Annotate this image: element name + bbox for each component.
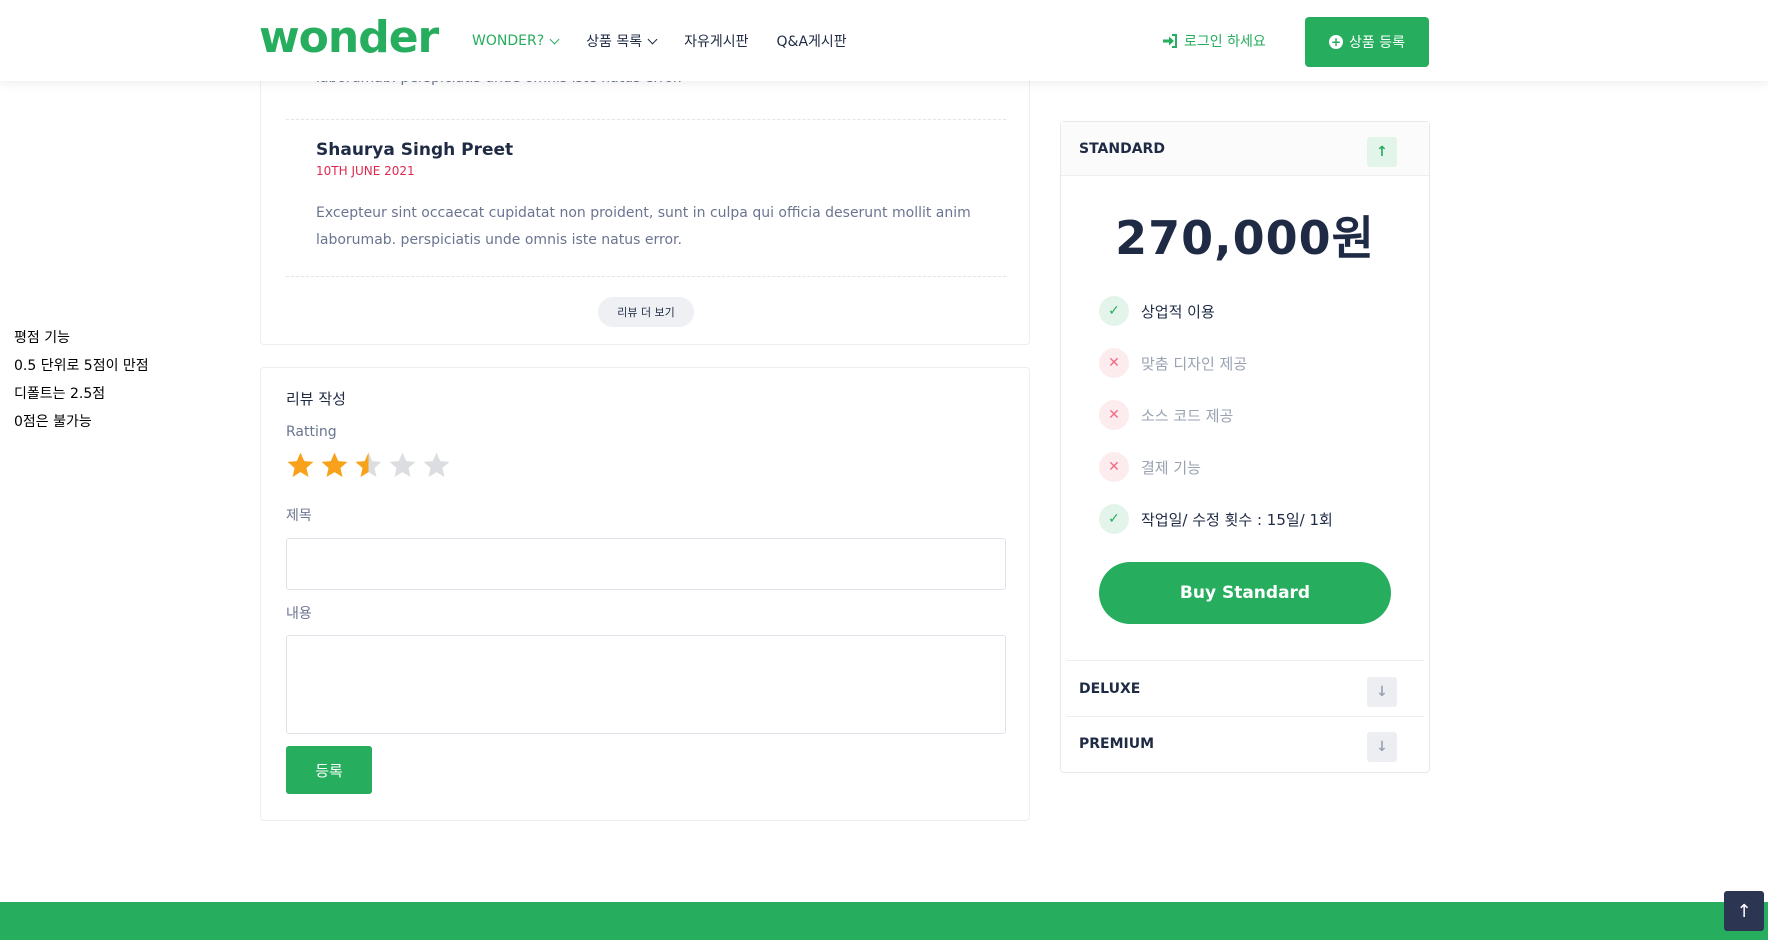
login-link[interactable]: 로그인 하세요 [1162,31,1266,51]
package-name: DELUXE [1079,681,1141,697]
register-product-button[interactable]: + 상품 등록 [1305,17,1429,67]
check-icon: ✓ [1099,504,1129,534]
note-line: 0점은 불가능 [14,414,92,430]
main-nav: WONDER? 상품 목록 자유게시판 Q&A게시판 [472,31,875,51]
rating-label: Ratting [286,424,337,440]
review-text: Excepteur sint occaecat cupidatat non pr… [316,205,971,248]
sign-in-icon [1163,34,1177,48]
chevron-down-icon [647,34,658,44]
content-label: 내용 [286,606,312,622]
nav-item-label: 상품 목록 [586,34,643,50]
login-label: 로그인 하세요 [1184,34,1266,50]
package-name: STANDARD [1079,140,1165,157]
feature-item: ✕ 결제 기능 [1099,452,1201,482]
package-header-standard[interactable]: STANDARD ↑ [1061,122,1429,176]
nav-item-label: Q&A게시판 [776,34,847,50]
divider [1066,660,1424,661]
cross-icon: ✕ [1099,400,1129,430]
cross-icon: ✕ [1099,348,1129,378]
nav-item-products[interactable]: 상품 목록 [586,31,658,51]
title-label: 제목 [286,508,312,524]
cross-icon: ✕ [1099,452,1129,482]
title-input[interactable] [286,538,1006,590]
package-header-premium[interactable]: PREMIUM ↓ [1061,717,1429,771]
reviewer-name: Shaurya Singh Preet [316,140,514,160]
star-icon[interactable] [319,450,350,481]
review-list: laborumab. perspiciatis unde omnis iste … [260,40,1030,345]
register-label: 상품 등록 [1349,35,1405,51]
back-to-top-button[interactable]: ↑ [1724,891,1764,931]
feature-item: ✓ 상업적 이용 [1099,296,1215,326]
nav-item-wonder[interactable]: WONDER? [472,31,560,51]
package-header-deluxe[interactable]: DELUXE ↓ [1061,662,1429,716]
package-name: PREMIUM [1079,736,1155,752]
arrow-up-icon[interactable]: ↑ [1367,137,1397,167]
divider [286,276,1006,277]
buy-standard-button[interactable]: Buy Standard [1099,562,1391,624]
feature-label: 상업적 이용 [1141,302,1215,321]
note-line: 디폴트는 2.5점 [14,386,106,402]
star-icon[interactable] [421,450,452,481]
nav-item-qna-board[interactable]: Q&A게시판 [777,31,847,51]
review-form: 리뷰 작성 Ratting 제목 내용 등록 [260,367,1030,821]
check-icon: ✓ [1099,296,1129,326]
pricing-panel: STANDARD ↑ 270,000원 ✓ 상업적 이용 ✕ 맞춤 디자인 제공… [1060,121,1430,773]
star-icon[interactable] [285,450,316,481]
arrow-up-icon: ↑ [1736,900,1752,922]
chevron-down-icon [549,34,560,44]
feature-item: ✓ 작업일/ 수정 횟수 : 15일/ 1회 [1099,504,1333,534]
note-line: 평점 기능 [14,330,70,346]
rating-side-note: 평점 기능 0.5 단위로 5점이 만점 디폴트는 2.5점 0점은 불가능 [14,324,149,436]
package-price: 270,000원 [1115,211,1375,265]
submit-review-button[interactable]: 등록 [286,746,372,794]
nav-item-free-board[interactable]: 자유게시판 [684,31,748,51]
feature-label: 결제 기능 [1141,458,1201,477]
feature-item: ✕ 소스 코드 제공 [1099,400,1233,430]
feature-label: 소스 코드 제공 [1141,406,1234,425]
arrow-down-icon[interactable]: ↓ [1367,677,1397,707]
logo[interactable]: wonder [259,12,439,63]
review-date: 10TH JUNE 2021 [316,164,415,178]
feature-item: ✕ 맞춤 디자인 제공 [1099,348,1247,378]
star-icon[interactable] [387,450,418,481]
note-line: 0.5 단위로 5점이 만점 [14,358,149,374]
arrow-down-icon[interactable]: ↓ [1367,732,1397,762]
feature-label: 맞춤 디자인 제공 [1141,354,1248,373]
plus-circle-icon: + [1329,35,1343,49]
divider [286,119,1006,120]
site-header: wonder WONDER? 상품 목록 자유게시판 Q&A게시판 로그인 하세… [0,0,1768,81]
footer [0,902,1768,940]
form-title: 리뷰 작성 [286,390,346,408]
content-textarea[interactable] [286,635,1006,734]
nav-item-label: 자유게시판 [684,34,749,50]
more-reviews-button[interactable]: 리뷰 더 보기 [598,297,694,327]
star-rating[interactable] [285,450,452,481]
nav-item-label: WONDER? [472,33,545,49]
feature-label: 작업일/ 수정 횟수 : 15일/ 1회 [1141,510,1333,529]
star-half-icon[interactable] [353,450,384,481]
